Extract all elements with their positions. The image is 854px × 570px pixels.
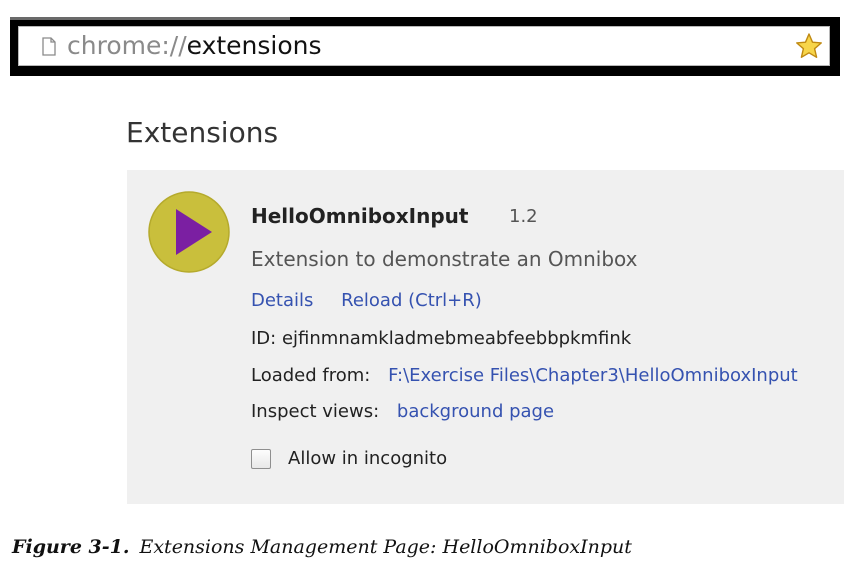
loaded-from-link[interactable]: F:\Exercise Files\Chapter3\HelloOmniboxI…: [388, 365, 798, 386]
url-scheme: chrome://: [67, 31, 187, 60]
reload-link[interactable]: Reload (Ctrl+R): [341, 290, 482, 311]
details-link[interactable]: Details: [251, 290, 313, 311]
extension-card: HelloOmniboxInput 1.2 Extension to demon…: [127, 170, 844, 504]
page-title: Extensions: [126, 116, 279, 149]
figure-number: Figure 3-1.: [12, 536, 130, 558]
allow-incognito-label[interactable]: Allow in incognito: [288, 448, 447, 469]
page-icon: [42, 37, 56, 56]
allow-incognito-checkbox[interactable]: [251, 449, 271, 469]
omnibox[interactable]: chrome://extensions: [18, 26, 830, 66]
loaded-from-row: Loaded from: F:\Exercise Files\Chapter3\…: [251, 365, 798, 386]
url-host: extensions: [186, 31, 322, 60]
omnibox-url[interactable]: chrome://extensions: [67, 31, 322, 61]
extension-links: Details Reload (Ctrl+R): [251, 290, 482, 311]
inspect-views-row: Inspect views: background page: [251, 401, 554, 422]
extension-id-row: ID: ejfinmnamkladmebmeabfeebbpkmfink: [251, 328, 631, 349]
figure-caption-text: Extensions Management Page: HelloOmnibox…: [139, 536, 632, 558]
browser-toolbar: chrome://extensions: [10, 17, 840, 76]
star-icon[interactable]: [795, 32, 823, 60]
extension-name: HelloOmniboxInput: [251, 204, 469, 228]
background-page-link[interactable]: background page: [397, 401, 554, 422]
figure-caption: Figure 3-1. Extensions Management Page: H…: [12, 536, 632, 558]
extension-description: Extension to demonstrate an Omnibox: [251, 247, 638, 271]
extension-id-label: ID:: [251, 328, 277, 349]
loaded-from-label: Loaded from:: [251, 365, 371, 386]
extension-id-value: ejfinmnamkladmebmeabfeebbpkmfink: [281, 328, 632, 349]
toolbar-edge: [10, 17, 290, 20]
extension-version: 1.2: [509, 206, 538, 227]
play-icon: [147, 190, 231, 274]
inspect-views-label: Inspect views:: [251, 401, 380, 422]
